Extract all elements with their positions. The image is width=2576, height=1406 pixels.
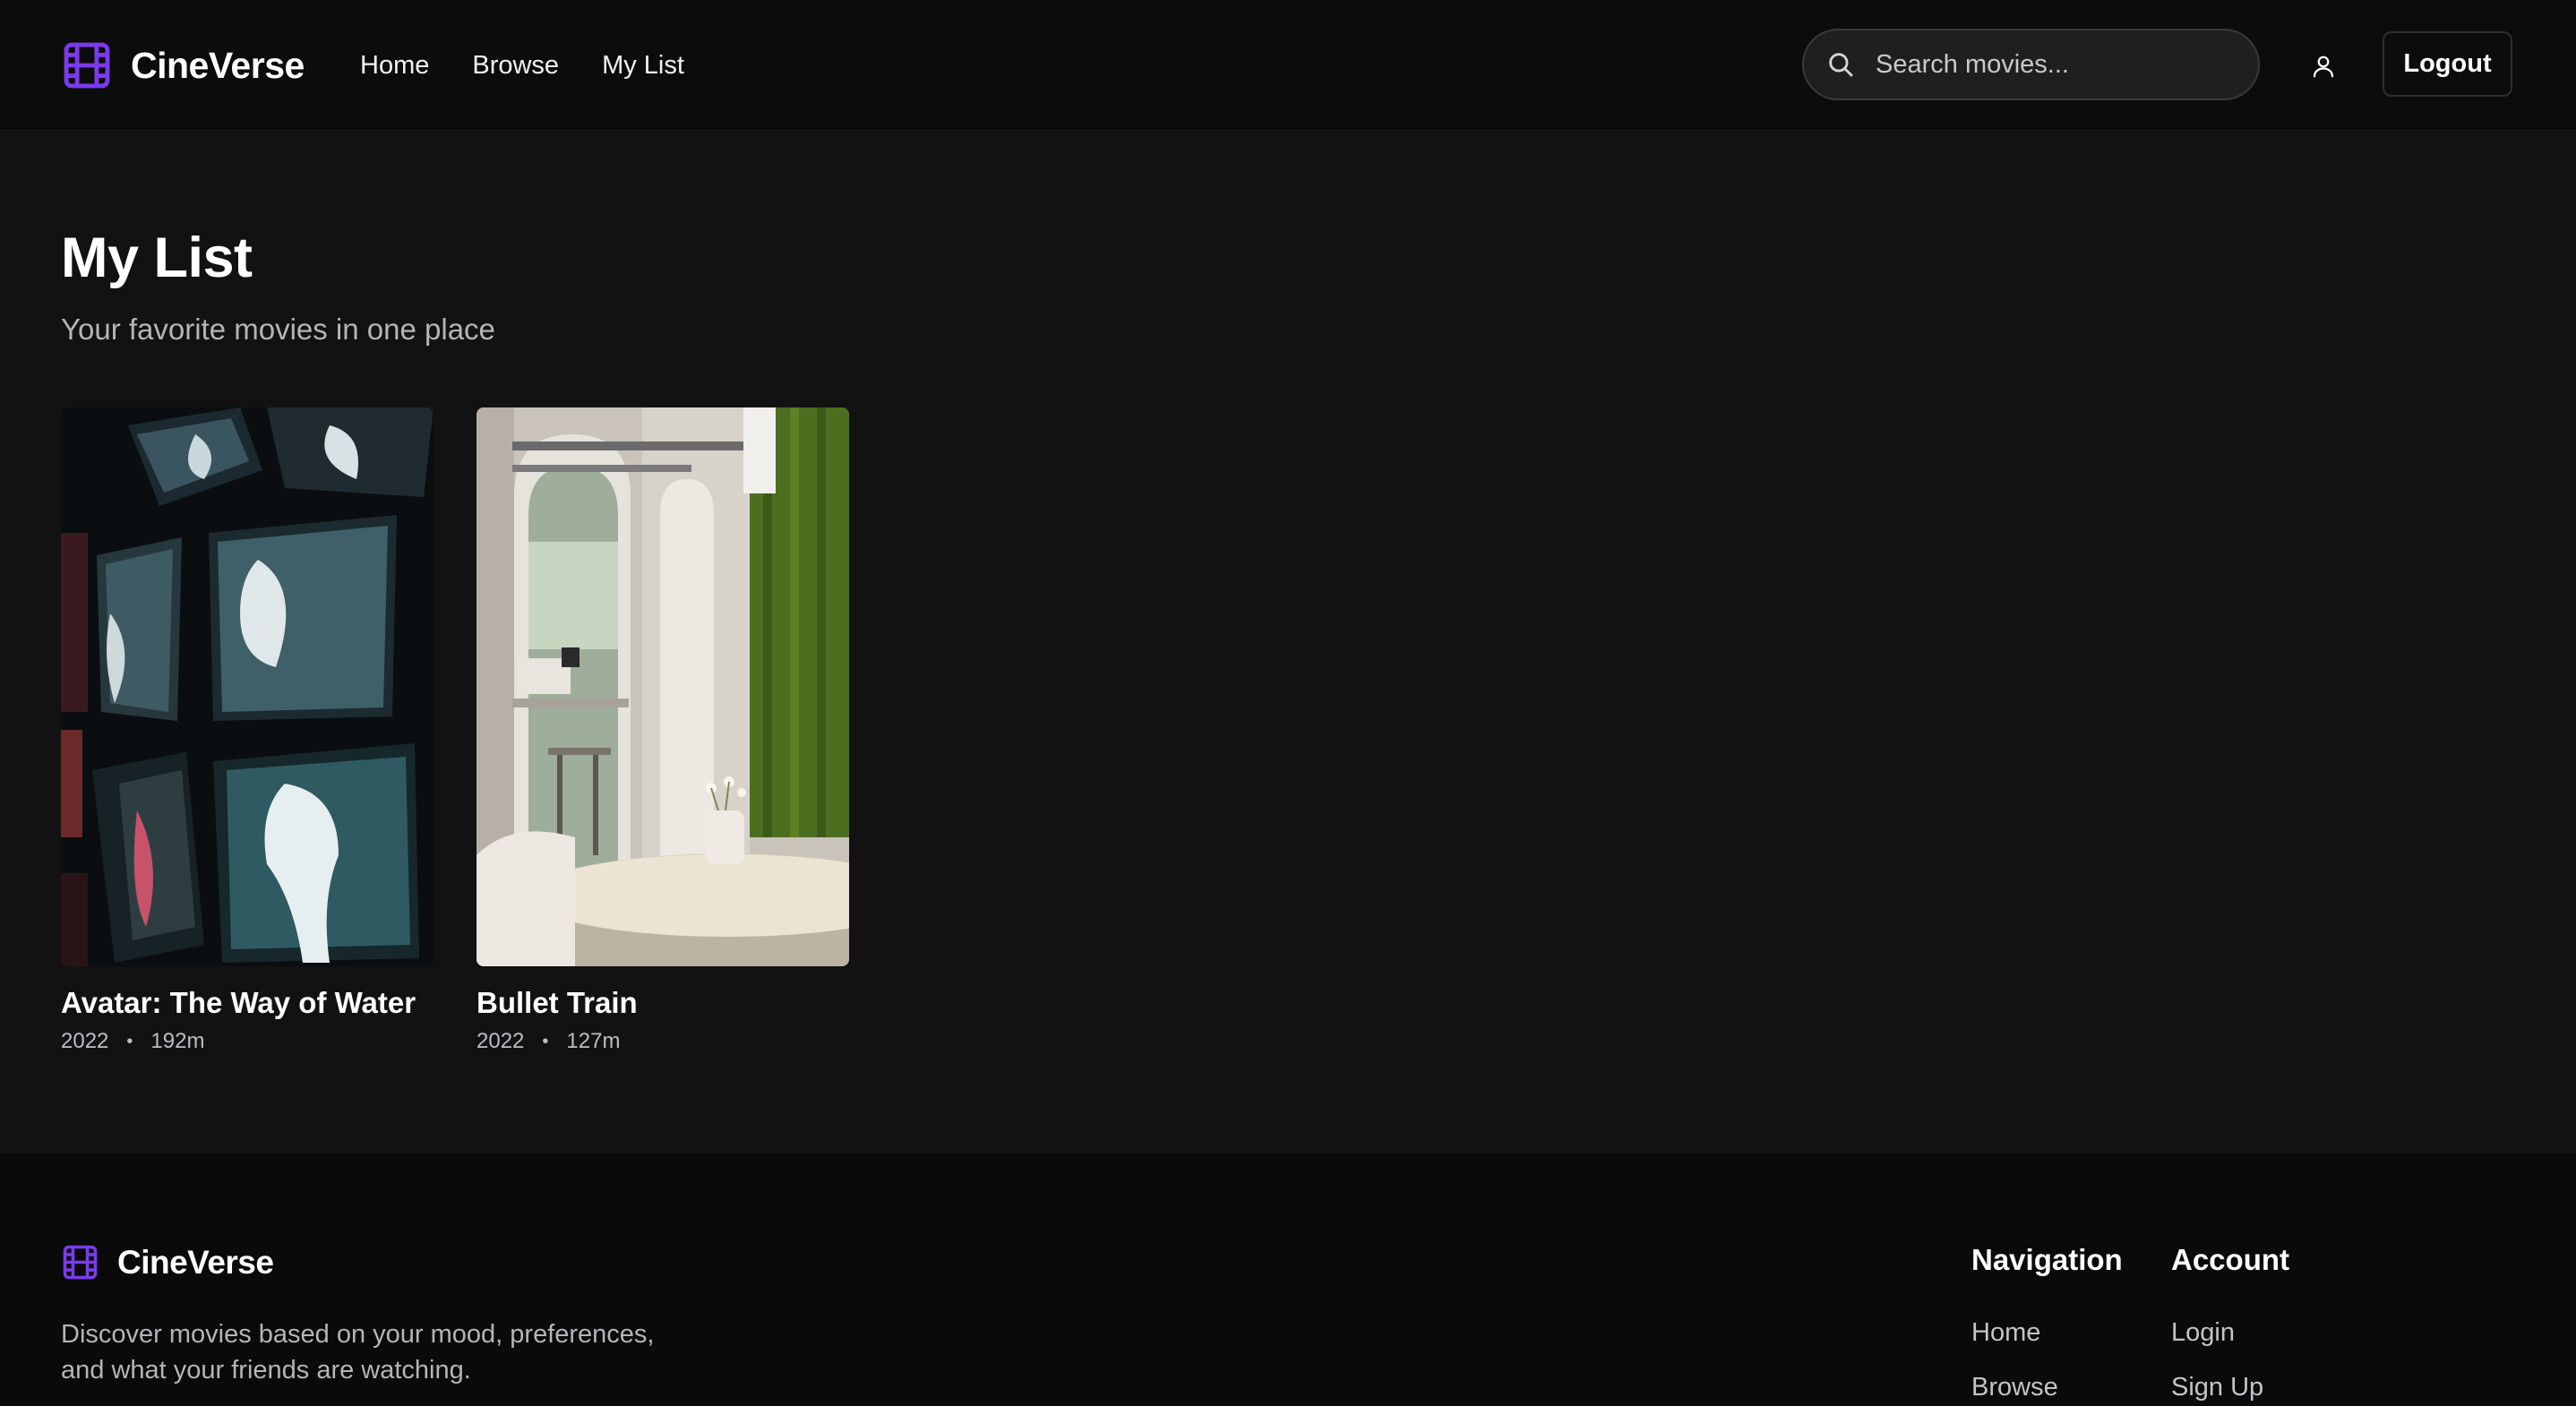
- user-icon: [2313, 56, 2334, 78]
- movie-year: 2022: [477, 1029, 525, 1053]
- footer-column-navigation: Navigation Home Browse: [1971, 1243, 2123, 1402]
- movie-title[interactable]: Avatar: The Way of Water: [61, 986, 434, 1020]
- footer-brand: CineVerse: [61, 1243, 274, 1282]
- meta-separator: •: [126, 1031, 133, 1051]
- footer-heading: Navigation: [1971, 1243, 2123, 1276]
- footer-link-home[interactable]: Home: [1971, 1318, 2123, 1348]
- page-subtitle: Your favorite movies in one place: [61, 313, 495, 346]
- nav-link-browse[interactable]: Browse: [472, 51, 559, 81]
- logout-button[interactable]: Logout: [2383, 31, 2512, 97]
- footer-heading: Account: [2171, 1243, 2289, 1276]
- brand-logo-link[interactable]: CineVerse: [61, 38, 305, 93]
- nav-link-my-list[interactable]: My List: [602, 51, 684, 81]
- movie-runtime: 192m: [150, 1029, 205, 1053]
- page-title: My List: [61, 227, 253, 289]
- footer-brand-name: CineVerse: [117, 1243, 274, 1281]
- movie-card[interactable]: Bullet Train 2022 • 127m: [477, 407, 849, 1054]
- movie-year: 2022: [61, 1029, 109, 1053]
- footer-column-account: Account Login Sign Up: [2171, 1243, 2289, 1402]
- footer-link-browse[interactable]: Browse: [1971, 1373, 2123, 1402]
- movie-poster-image[interactable]: [61, 407, 434, 966]
- search-box: [1802, 29, 2260, 100]
- movie-meta: 2022 • 127m: [477, 1029, 849, 1054]
- movie-card[interactable]: Avatar: The Way of Water 2022 • 192m: [61, 407, 434, 1054]
- movie-meta: 2022 • 192m: [61, 1029, 434, 1054]
- top-navbar: CineVerse Home Browse My List Logout: [0, 0, 2576, 131]
- site-footer: CineVerse Discover movies based on your …: [0, 1153, 2576, 1406]
- profile-button[interactable]: [2304, 47, 2343, 86]
- movie-runtime: 127m: [566, 1029, 621, 1053]
- search-icon: [1829, 53, 1853, 77]
- nav-link-home[interactable]: Home: [360, 51, 429, 81]
- movie-title[interactable]: Bullet Train: [477, 986, 849, 1020]
- meta-separator: •: [542, 1031, 549, 1051]
- film-icon: [61, 39, 113, 91]
- movie-poster-image[interactable]: [477, 407, 849, 966]
- footer-link-sign-up[interactable]: Sign Up: [2171, 1373, 2289, 1402]
- footer-link-login[interactable]: Login: [2171, 1318, 2289, 1348]
- film-icon: [61, 1243, 99, 1282]
- brand-name: CineVerse: [131, 44, 305, 86]
- search-input[interactable]: [1876, 43, 2234, 86]
- footer-description: Discover movies based on your mood, pref…: [61, 1320, 655, 1385]
- main-nav: Home Browse My List: [360, 45, 727, 86]
